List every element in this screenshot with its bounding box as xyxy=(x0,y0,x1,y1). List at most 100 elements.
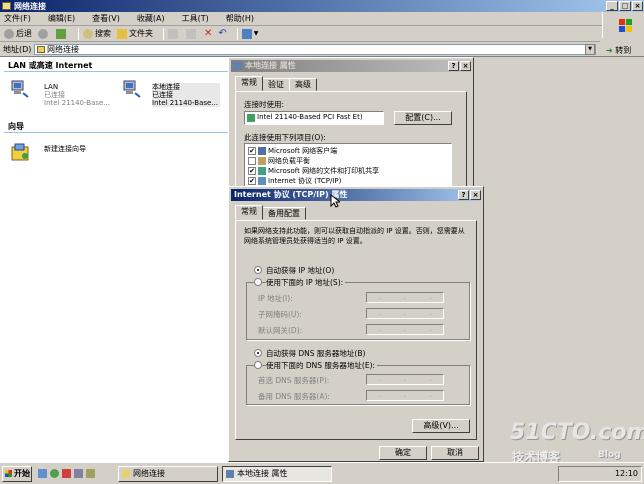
list-item[interactable]: 网络负载平衡 xyxy=(248,156,310,166)
tab-general[interactable]: 常规 xyxy=(235,205,263,220)
local-connection-item[interactable]: 本地连接 已连接 Intel 21140-Base... xyxy=(152,83,220,107)
checkbox[interactable] xyxy=(248,157,256,165)
desktop: 网络连接 _ □ × 文件(F) 编辑(E) 查看(V) 收藏(A) 工具(T)… xyxy=(0,0,644,484)
taskbar: 开始 网络连接 本地连接 属性 12:10 xyxy=(0,462,644,484)
folders-button[interactable]: 文件夹 xyxy=(117,28,153,39)
views-button[interactable]: ▼ xyxy=(241,28,259,39)
dialog2-close-button[interactable]: × xyxy=(470,190,481,200)
new-connection-wizard-label[interactable]: 新建连接向导 xyxy=(44,145,86,153)
local-connection-properties-titlebar[interactable]: 本地连接 属性 ? × xyxy=(231,60,471,72)
address-input[interactable]: 网络连接 ▼ xyxy=(34,44,596,55)
chevron-down-icon: ▼ xyxy=(253,30,259,37)
auto-ip-radio[interactable] xyxy=(254,266,262,274)
quicklaunch-terminal-icon[interactable] xyxy=(74,469,83,478)
list-item[interactable]: ✔ Internet 协议 (TCP/IP) xyxy=(248,176,341,186)
section-divider xyxy=(4,132,228,133)
menu-edit[interactable]: 编辑(E) xyxy=(48,13,75,24)
ie-icon[interactable] xyxy=(50,469,59,478)
dialog2-ok-button[interactable]: 确定 xyxy=(379,446,427,460)
ip-address-input[interactable]: ... xyxy=(366,292,444,303)
subnet-mask-label: 子网掩码(U): xyxy=(258,310,302,319)
new-connection-wizard-icon[interactable] xyxy=(10,141,30,161)
alternate-dns-input[interactable]: ... xyxy=(366,390,444,401)
menu-view[interactable]: 查看(V) xyxy=(92,13,120,24)
auto-dns-radio[interactable] xyxy=(254,349,262,357)
file-printer-sharing-icon xyxy=(258,167,266,175)
windows-logo-icon xyxy=(602,12,644,38)
checkbox[interactable]: ✔ xyxy=(248,167,256,175)
section-header-wizard: 向导 xyxy=(8,122,24,131)
help-button[interactable]: ? xyxy=(458,190,469,200)
configure-button[interactable]: 配置(C)... xyxy=(394,111,452,125)
menu-tools[interactable]: 工具(T) xyxy=(182,13,209,24)
advanced-button[interactable]: 高级(V)... xyxy=(412,419,470,433)
quicklaunch-tool-icon[interactable] xyxy=(86,469,95,478)
tab-general[interactable]: 常规 xyxy=(235,76,263,91)
address-dropdown-chevron-icon[interactable]: ▼ xyxy=(585,44,595,55)
checkbox[interactable]: ✔ xyxy=(248,177,256,185)
start-button[interactable]: 开始 xyxy=(2,466,32,482)
tab-alternate-configuration[interactable]: 备用配置 xyxy=(262,207,306,220)
local-connection-icon[interactable] xyxy=(122,79,142,98)
minimize-button[interactable]: _ xyxy=(606,1,618,11)
maximize-button[interactable]: □ xyxy=(619,1,631,11)
taskbar-item-network-connections[interactable]: 网络连接 xyxy=(118,466,218,482)
explorer-titlebar[interactable]: 网络连接 _ □ × xyxy=(0,0,644,12)
tab-advanced[interactable]: 高级 xyxy=(289,78,317,91)
lan-status: 已连接 xyxy=(44,91,65,99)
lan-name: LAN xyxy=(44,83,59,91)
taskbar-item-local-connection-properties[interactable]: 本地连接 属性 xyxy=(222,466,332,482)
close-button[interactable]: × xyxy=(632,1,643,11)
toolbar: 后退 搜索 文件夹 ✕ ↶ ▼ xyxy=(0,26,600,42)
up-button[interactable] xyxy=(56,28,68,39)
preferred-dns-input[interactable]: ... xyxy=(366,374,444,385)
undo-button[interactable]: ↶ xyxy=(218,28,226,39)
clock[interactable]: 12:10 xyxy=(615,469,638,478)
list-item[interactable]: ✔ Microsoft 网络客户端 xyxy=(248,146,337,156)
section-divider xyxy=(4,71,228,72)
copy-to-button[interactable] xyxy=(186,28,198,39)
show-desktop-icon[interactable] xyxy=(38,469,47,478)
dialog1-close-button[interactable]: × xyxy=(460,61,471,71)
list-item[interactable]: ✔ Microsoft 网络的文件和打印机共享 xyxy=(248,166,379,176)
auto-ip-label[interactable]: 自动获得 IP 地址(O) xyxy=(266,265,334,276)
items-label: 此连接使用下列项目(O): xyxy=(244,133,326,142)
local-connection-status: 已连接 xyxy=(152,91,173,99)
network-card-icon xyxy=(247,114,255,122)
search-button[interactable]: 搜索 xyxy=(83,28,111,39)
protocol-icon xyxy=(258,177,266,185)
address-label: 地址(D) xyxy=(3,44,32,54)
auto-dns-label[interactable]: 自动获得 DNS 服务器地址(B) xyxy=(266,348,365,359)
client-icon xyxy=(258,147,266,155)
delete-button[interactable]: ✕ xyxy=(204,28,212,39)
menu-favorites[interactable]: 收藏(A) xyxy=(137,13,165,24)
components-list[interactable]: ✔ Microsoft 网络客户端 网络负载平衡 ✔ Microsoft 网络的文件… xyxy=(244,143,452,187)
checkbox[interactable]: ✔ xyxy=(248,147,256,155)
subnet-mask-input[interactable]: ... xyxy=(366,308,444,319)
tcpip-properties-titlebar[interactable]: Internet 协议 (TCP/IP) 属性 ? × xyxy=(231,189,481,201)
tcpip-properties-dialog: Internet 协议 (TCP/IP) 属性 ? × 常规 备用配置 如果网络… xyxy=(228,186,484,462)
lan-connection-icon[interactable] xyxy=(10,79,30,98)
manual-ip-label[interactable]: 使用下面的 IP 地址(S): xyxy=(266,277,346,288)
description-text: 如果网络支持此功能，则可以获取自动指派的 IP 设置。否则，您需要从网络系统管理… xyxy=(244,227,465,245)
quicklaunch-app-icon[interactable] xyxy=(62,469,71,478)
connect-using-label: 连接时使用: xyxy=(244,100,285,109)
help-button[interactable]: ? xyxy=(448,61,459,71)
menu-help[interactable]: 帮助(H) xyxy=(226,13,254,24)
taskbar-item-label: 本地连接 属性 xyxy=(237,469,288,478)
go-button[interactable]: ➔ 转到 xyxy=(606,45,631,56)
lan-connection-item[interactable]: LAN 已连接 Intel 21140-Base... xyxy=(44,83,110,107)
back-button[interactable]: 后退 xyxy=(4,28,32,39)
forward-button[interactable] xyxy=(38,28,50,39)
manual-dns-radio[interactable] xyxy=(254,361,262,369)
manual-dns-label[interactable]: 使用下面的 DNS 服务器地址(E): xyxy=(266,360,378,371)
move-to-button[interactable] xyxy=(168,28,180,39)
folder-icon xyxy=(117,28,127,39)
manual-ip-radio[interactable] xyxy=(254,278,262,286)
back-arrow-icon xyxy=(4,28,14,39)
dialog2-cancel-button[interactable]: 取消 xyxy=(431,446,479,460)
menu-file[interactable]: 文件(F) xyxy=(4,13,31,24)
tab-authentication[interactable]: 验证 xyxy=(262,78,290,91)
dialog1-tab-strip: 常规 验证 高级 xyxy=(235,76,317,91)
default-gateway-input[interactable]: ... xyxy=(366,324,444,335)
